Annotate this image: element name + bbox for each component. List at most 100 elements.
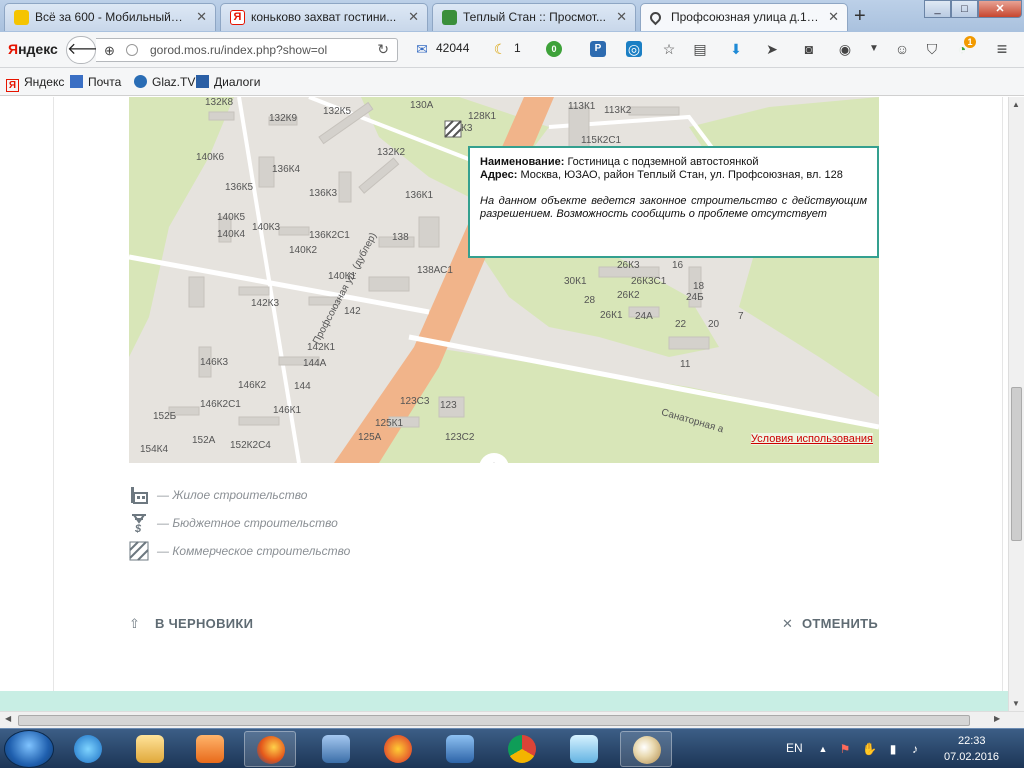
tab-yandex-search[interactable]: Я коньково захват гостини... ✕ xyxy=(220,3,428,31)
taskbar-audio-app[interactable] xyxy=(434,731,486,767)
cancel-button[interactable]: ✕ ОТМЕНИТЬ xyxy=(782,616,878,632)
map-label: 125К1 xyxy=(375,418,404,429)
close-icon[interactable]: ✕ xyxy=(408,4,419,30)
taskbar-firefox[interactable] xyxy=(244,731,296,767)
commercial-icon xyxy=(129,541,149,561)
bookmark-dialogs[interactable]: Диалоги xyxy=(196,75,260,89)
crest-icon xyxy=(442,10,457,25)
map-label: 144 xyxy=(294,381,311,392)
smile-icon[interactable]: ☺ xyxy=(894,41,910,57)
shield-icon[interactable]: ⛉ xyxy=(924,41,940,57)
map-label: 113К2 xyxy=(604,105,632,116)
taskbar-paint[interactable] xyxy=(620,731,672,767)
map-label: 30К1 xyxy=(564,276,587,287)
browser-extension-icon[interactable]: ◎ xyxy=(626,41,642,57)
star-icon[interactable]: ☆ xyxy=(661,41,677,57)
tray-app-icon[interactable]: ✋ xyxy=(862,742,877,756)
horizontal-scroll-thumb[interactable] xyxy=(18,715,970,726)
download-icon[interactable]: ⬇ xyxy=(728,41,744,57)
send-icon[interactable]: ➤ xyxy=(764,41,780,57)
eye-icon[interactable]: ◉ xyxy=(837,41,853,57)
footer-wave xyxy=(0,691,1008,711)
save-to-drafts-button[interactable]: ⇧ В ЧЕРНОВИКИ xyxy=(129,616,253,632)
map-label: 7 xyxy=(738,311,744,322)
taskbar-chrome[interactable] xyxy=(496,731,548,767)
svg-text:$: $ xyxy=(134,523,142,533)
clock-time[interactable]: 22:33 xyxy=(958,735,986,747)
scroll-left-icon[interactable]: ◀ xyxy=(5,714,11,723)
vertical-scrollbar[interactable]: ▲ ▼ xyxy=(1008,97,1024,711)
taskbar-notes-app[interactable] xyxy=(558,731,610,767)
scroll-right-icon[interactable]: ▶ xyxy=(994,714,1000,723)
tab-title: коньково захват гостини... xyxy=(251,10,397,24)
map-label: 20 xyxy=(708,319,720,330)
reading-list-icon[interactable]: ▤ xyxy=(692,41,708,57)
map-label: 115К2С1 xyxy=(581,135,622,146)
new-tab-button[interactable]: + xyxy=(854,4,866,28)
taskbar-network-app[interactable] xyxy=(310,731,362,767)
map-label: 140К4 xyxy=(217,229,246,240)
map-label: 11 xyxy=(680,359,691,370)
tab-profsoyuznaya[interactable]: Профсоюзная улица д.12... ✕ xyxy=(640,3,848,31)
url-input[interactable] xyxy=(148,40,358,60)
horizontal-scrollbar[interactable]: ◀ ▶ xyxy=(0,711,1024,728)
mail-count[interactable]: 42044 xyxy=(436,41,469,55)
taskbar-internet-explorer[interactable] xyxy=(62,731,114,767)
map-label: 152К2С4 xyxy=(230,440,271,451)
map-label: 132К9 xyxy=(269,113,298,124)
map-label: 132К8 xyxy=(205,97,234,108)
reload-icon[interactable]: ↻ xyxy=(377,41,389,58)
scroll-down-icon[interactable]: ▼ xyxy=(1012,699,1020,708)
close-icon[interactable]: ✕ xyxy=(828,4,839,30)
p-icon[interactable]: P xyxy=(590,41,606,57)
language-indicator[interactable]: EN xyxy=(786,741,803,755)
maximize-button[interactable]: □ xyxy=(951,0,978,18)
hamburger-menu-icon[interactable]: ≡ xyxy=(994,40,1010,58)
close-icon[interactable]: ✕ xyxy=(196,4,207,30)
back-button[interactable]: 🡐 xyxy=(66,36,110,64)
minimize-button[interactable]: _ xyxy=(924,0,951,18)
object-name-label: Наименование: xyxy=(480,156,565,168)
bookmark-mail[interactable]: Почта xyxy=(70,75,121,89)
green-counter-badge[interactable]: 0 xyxy=(546,41,562,57)
map-label: 24Б xyxy=(686,292,704,303)
navigation-bar: Яндекс 🡐 ⊕ ↻ ✉ 42044 ☾ 1 0 P ◎ ☆ ▤ ⬇ ➤ ◙… xyxy=(0,32,1024,68)
taskbar-flower-app[interactable] xyxy=(372,731,424,767)
close-icon[interactable]: ✕ xyxy=(616,4,627,30)
bookmark-glaz-tv[interactable]: Glaz.TV xyxy=(134,75,195,89)
object-address-label: Адрес: xyxy=(480,169,518,181)
chevron-down-icon[interactable]: ▼ xyxy=(866,41,882,57)
close-window-button[interactable]: ✕ xyxy=(978,0,1022,18)
map-label: 18 xyxy=(693,281,705,292)
internet-explorer-icon xyxy=(74,735,102,763)
taskbar-media-player[interactable] xyxy=(184,731,236,767)
terms-of-use-link[interactable]: Условия использования xyxy=(750,433,873,445)
moon-icon[interactable]: ☾ xyxy=(492,41,508,57)
mail-icon[interactable]: ✉ xyxy=(414,41,430,57)
tab-beeline[interactable]: Всё за 600 - Мобильный ... ✕ xyxy=(4,3,216,31)
volume-icon[interactable]: ♪ xyxy=(908,742,922,756)
close-icon: ✕ xyxy=(782,616,794,631)
flag-icon[interactable]: ⚑ xyxy=(838,742,852,756)
vertical-scroll-thumb[interactable] xyxy=(1011,387,1022,541)
tray-expand-icon[interactable]: ▲ xyxy=(816,742,830,756)
yandex-logo[interactable]: Яндекс xyxy=(8,41,58,57)
clock-date[interactable]: 07.02.2016 xyxy=(944,751,999,763)
map-label: 113К1 xyxy=(568,101,596,112)
pocket-icon[interactable]: ◙ xyxy=(801,41,817,57)
tab-teply-stan[interactable]: Теплый Стан :: Просмот... ✕ xyxy=(432,3,636,31)
map-label: К3 xyxy=(461,123,473,134)
yandex-icon: Я xyxy=(6,79,19,92)
start-button[interactable] xyxy=(4,730,54,768)
map-label: 130А xyxy=(410,100,434,111)
moon-count[interactable]: 1 xyxy=(514,41,521,55)
map-label: 136К4 xyxy=(272,164,301,175)
scroll-up-icon[interactable]: ▲ xyxy=(1012,100,1020,109)
network-computer-icon xyxy=(322,735,350,763)
signal-icon[interactable]: ▮ xyxy=(886,742,900,756)
taskbar-explorer[interactable] xyxy=(124,731,176,767)
map-label: 132К5 xyxy=(323,106,352,117)
bookmark-yandex[interactable]: Я Яндекс xyxy=(6,75,64,92)
address-bar[interactable]: ⊕ ↻ xyxy=(96,38,398,62)
target-icon[interactable]: ⊕ xyxy=(104,43,115,59)
